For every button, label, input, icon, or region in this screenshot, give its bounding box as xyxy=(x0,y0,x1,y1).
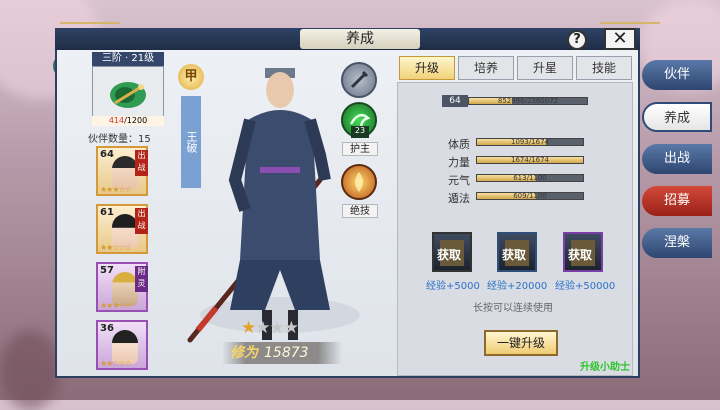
side-nav-nirvana[interactable]: 涅槃 xyxy=(642,228,712,258)
stat-label: 体质 xyxy=(448,138,470,151)
skill-slot[interactable] xyxy=(341,62,377,98)
skill-ultimate[interactable] xyxy=(341,164,377,200)
exp-item-small[interactable]: 获取 xyxy=(432,232,472,272)
side-nav-recruit[interactable]: 招募 xyxy=(642,186,712,216)
pet-rank-level: 三阶 · 21级 xyxy=(92,52,164,66)
cultivation-label: 修为 xyxy=(230,345,258,361)
pet-exp: 414/1200 xyxy=(92,116,164,126)
partner-stars: ★★★☆☆ xyxy=(100,185,132,194)
cultivation-value: 15873 xyxy=(264,345,309,361)
partner-stars: ★★☆☆☆ xyxy=(100,359,132,368)
get-label: 获取 xyxy=(502,248,527,262)
tab-skills[interactable]: 技能 xyxy=(576,56,632,80)
brand-label: 升级小助士 xyxy=(580,362,630,373)
pet-exp-current: 414 xyxy=(108,116,125,125)
cultivation: 修为 15873 xyxy=(222,342,342,364)
tab-train[interactable]: 培养 xyxy=(458,56,514,80)
pet-card[interactable] xyxy=(92,66,164,122)
fire-icon xyxy=(355,172,363,192)
help-button[interactable]: ? xyxy=(567,30,587,50)
stat-label: 力量 xyxy=(448,156,470,169)
stat-value: 1674/1674 xyxy=(511,156,549,164)
pet-exp-total: /1200 xyxy=(124,116,148,125)
skill-level-badge: 23 xyxy=(351,126,369,138)
exp-item-medium[interactable]: 获取 xyxy=(497,232,537,272)
character-stars: ★★★★ xyxy=(241,318,299,338)
stat-value: 1093/1674 xyxy=(511,138,549,146)
tab-upgrade[interactable]: 升级 xyxy=(399,56,455,80)
grade-badge: 甲 xyxy=(178,64,204,90)
level-exp-bar: 852996/2360072 xyxy=(468,97,588,105)
side-nav-partner[interactable]: 伙伴 xyxy=(642,60,712,90)
stat-label: 元气 xyxy=(448,174,470,187)
get-label: 获取 xyxy=(568,248,593,262)
tab-star-up[interactable]: 升星 xyxy=(517,56,573,80)
close-button[interactable]: ✕ xyxy=(604,28,636,50)
partner-level: 64 xyxy=(100,149,114,160)
hold-hint: 长按可以连续使用 xyxy=(473,303,553,314)
partner-tag: 出战 xyxy=(135,150,148,176)
partner-card[interactable]: 57 附灵 ★★★☆☆ xyxy=(96,262,148,312)
partner-stars: ★★★☆☆ xyxy=(100,301,132,310)
stat-value: 609/1100 xyxy=(513,192,547,200)
level-exp-text: 852996/2360072 xyxy=(497,97,559,105)
partner-card[interactable]: 61 出战 ★★☆☆☆ xyxy=(96,204,148,254)
get-label: 获取 xyxy=(437,248,462,262)
corner-ornament xyxy=(60,22,120,36)
exp-label: 经验+50000 xyxy=(555,281,616,292)
close-icon: ✕ xyxy=(612,28,628,49)
background-shadow xyxy=(0,330,60,410)
window-title: 养成 xyxy=(300,29,420,49)
character-name: 王破 xyxy=(181,96,201,188)
sword-icon xyxy=(350,70,369,89)
stat-bar: 613/1100 xyxy=(476,174,584,182)
partner-stars: ★★☆☆☆ xyxy=(100,243,132,252)
exp-label: 经验+20000 xyxy=(487,281,548,292)
partner-card[interactable]: 64 出战 ★★★☆☆ xyxy=(96,146,148,196)
pet-icon xyxy=(110,82,146,108)
side-nav-nurture[interactable]: 养成 xyxy=(642,102,712,132)
partner-count: 伙伴数量：15 xyxy=(88,134,151,145)
level-badge: 64 xyxy=(442,95,468,107)
partner-level: 61 xyxy=(100,207,114,218)
one-click-upgrade-button[interactable]: 一键升级 xyxy=(484,330,558,356)
exp-label: 经验+5000 xyxy=(426,281,480,292)
side-nav-battle[interactable]: 出战 xyxy=(642,144,712,174)
stat-bar: 609/1100 xyxy=(476,192,584,200)
skill-label: 护主 xyxy=(342,142,378,156)
exp-item-large[interactable]: 获取 xyxy=(563,232,603,272)
partner-tag: 附灵 xyxy=(135,266,148,292)
partner-level: 57 xyxy=(100,265,114,276)
partner-tag: 出战 xyxy=(135,208,148,234)
stat-bar: 1674/1674 xyxy=(476,156,584,164)
stat-bar: 1093/1674 xyxy=(476,138,584,146)
partner-level: 36 xyxy=(100,323,114,334)
skill-label: 绝技 xyxy=(342,204,378,218)
stat-value: 613/1100 xyxy=(513,174,547,182)
stat-label: 遁法 xyxy=(448,192,470,205)
partner-card[interactable]: 36 ★★☆☆☆ xyxy=(96,320,148,370)
